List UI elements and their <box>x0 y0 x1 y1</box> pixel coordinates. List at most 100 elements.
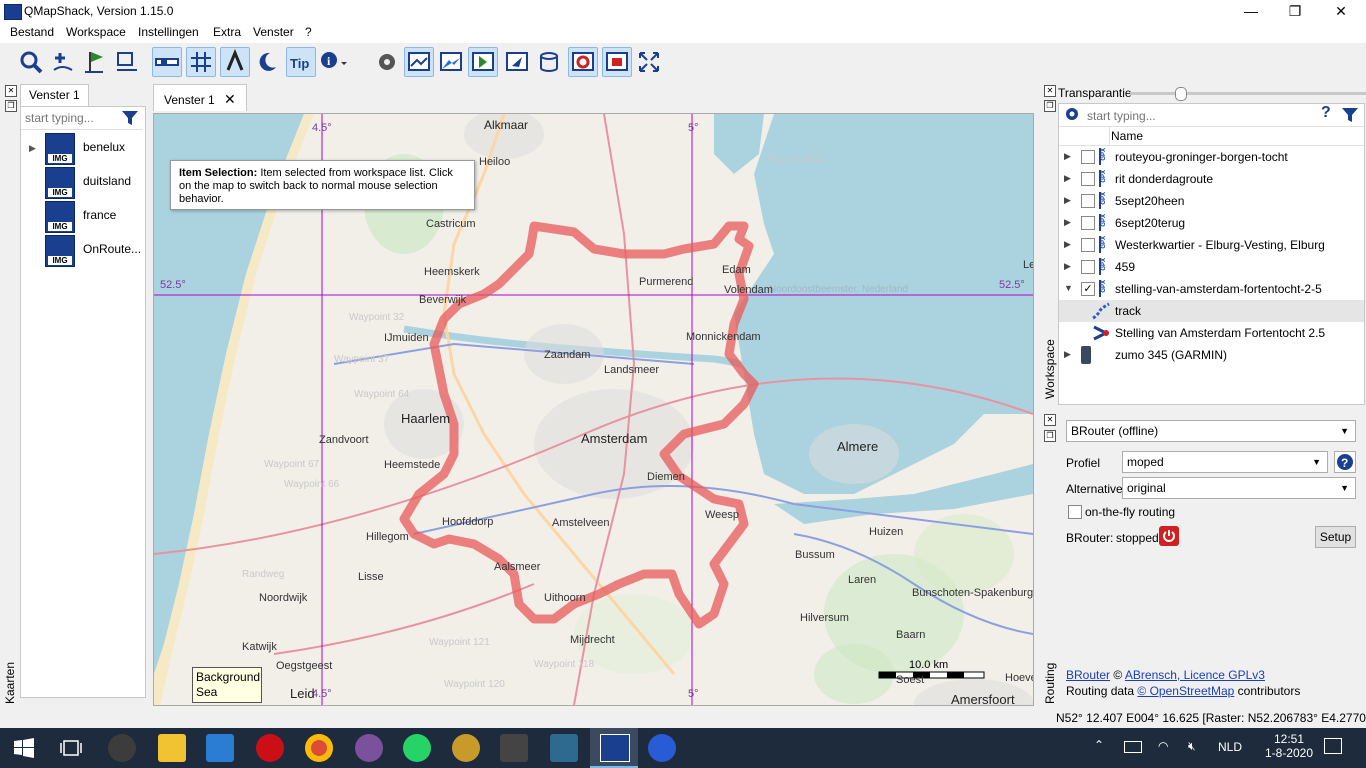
qmapshack-taskbar-button[interactable] <box>590 728 638 768</box>
column-header-name[interactable]: Name <box>1111 129 1143 143</box>
clock[interactable]: 12:51 1-8-2020 <box>1262 732 1316 760</box>
author-link[interactable]: ABrensch, Licence GPLv3 <box>1125 668 1265 682</box>
info-dropdown-icon[interactable]: i <box>318 47 348 77</box>
slider-handle[interactable] <box>1175 87 1188 101</box>
opera-icon[interactable] <box>256 734 284 762</box>
checkbox-checked[interactable]: ✓ <box>1081 282 1095 296</box>
expand-arrow-icon[interactable]: ▶ <box>29 143 36 154</box>
expand-arrow-icon[interactable]: ▶ <box>1064 349 1071 360</box>
close-dock-button[interactable]: ✕ <box>5 85 17 97</box>
brouter-link[interactable]: BRouter <box>1066 668 1110 682</box>
chrome-icon[interactable] <box>305 734 333 762</box>
filter-icon[interactable] <box>121 110 139 129</box>
onthefly-checkbox[interactable] <box>1068 505 1082 519</box>
float-dock-button[interactable]: ❐ <box>1044 100 1056 112</box>
minimize-button[interactable]: — <box>1228 0 1274 23</box>
language-indicator[interactable]: NLD <box>1218 740 1242 754</box>
fullscreen-icon[interactable] <box>634 47 664 77</box>
mail-icon[interactable] <box>206 734 234 762</box>
expand-arrow-icon[interactable]: ▶ <box>1064 151 1071 162</box>
wifi-icon[interactable]: ◠ <box>1158 739 1168 753</box>
power-icon[interactable] <box>1159 526 1179 546</box>
menu-extra[interactable]: Extra <box>213 25 241 39</box>
checkbox[interactable] <box>1081 194 1095 208</box>
workspace-view-icon[interactable] <box>468 47 498 77</box>
routing-view-icon[interactable] <box>502 47 532 77</box>
checkbox[interactable] <box>1081 216 1095 230</box>
checkbox[interactable] <box>1081 260 1095 274</box>
list-item[interactable]: ▶ GPX 5sept20heen <box>1059 190 1359 212</box>
alternative-select[interactable]: original ▼ <box>1122 477 1356 499</box>
notifications-icon[interactable] <box>1324 738 1342 754</box>
expand-arrow-icon[interactable]: ▶ <box>1064 239 1071 250</box>
globe-app-icon[interactable] <box>648 734 676 762</box>
save-gps-icon[interactable] <box>112 47 142 77</box>
map-search-input[interactable] <box>23 109 123 127</box>
expand-arrow-icon[interactable]: ▶ <box>1064 261 1071 272</box>
tooltip-toggle-icon[interactable]: Tip <box>286 47 316 77</box>
close-dock-button[interactable]: ✕ <box>1044 85 1056 97</box>
map-view-icon[interactable] <box>404 47 434 77</box>
list-item-selected[interactable]: track <box>1059 300 1364 322</box>
add-route-icon[interactable] <box>48 47 78 77</box>
grid-toggle-icon[interactable] <box>186 47 216 77</box>
settings-icon[interactable] <box>372 47 402 77</box>
app-icon-a[interactable] <box>500 734 528 762</box>
close-tab-icon[interactable]: ✕ <box>224 91 236 107</box>
whatsapp-icon[interactable] <box>403 734 431 762</box>
list-item[interactable]: ▶ GPX 459 <box>1059 256 1359 278</box>
list-item[interactable]: ▶ zumo 345 (GARMIN) <box>1059 344 1359 366</box>
close-dock-button[interactable]: ✕ <box>1044 414 1056 426</box>
profile-select[interactable]: moped ▼ <box>1122 451 1328 473</box>
expand-arrow-icon[interactable]: ▶ <box>1064 173 1071 184</box>
help-icon[interactable]: ? <box>1321 104 1331 122</box>
list-item[interactable]: ▶ IMG benelux <box>27 132 147 166</box>
rt-view-icon[interactable] <box>602 47 632 77</box>
osm-link[interactable]: © OpenStreetMap <box>1137 684 1234 698</box>
battery-icon[interactable] <box>1124 741 1142 753</box>
gis-view-icon[interactable] <box>568 47 598 77</box>
list-item[interactable]: ▶ GPX 6sept20terug <box>1059 212 1359 234</box>
workspace-search-input[interactable] <box>1085 107 1319 125</box>
tab-venster-1-map[interactable]: Venster 1 ✕ <box>153 84 247 111</box>
menu-instellingen[interactable]: Instellingen <box>138 25 199 39</box>
file-explorer-icon[interactable] <box>158 734 186 762</box>
windows-start-icon[interactable] <box>14 738 34 761</box>
night-mode-icon[interactable] <box>252 47 282 77</box>
close-button[interactable]: ✕ <box>1318 0 1364 23</box>
checkbox[interactable] <box>1081 172 1095 186</box>
list-item[interactable]: ▼ ✓ GPX stelling-van-amsterdam-fortentocht-… <box>1059 278 1359 300</box>
garmin-express-icon[interactable] <box>452 734 480 762</box>
list-item[interactable]: Stelling van Amsterdam Fortentocht 2.5 <box>1059 322 1359 344</box>
router-select[interactable]: BRouter (offline) ▼ <box>1066 420 1356 442</box>
list-item[interactable]: IMG france <box>27 200 147 234</box>
checkbox[interactable] <box>1081 150 1095 164</box>
menu-workspace[interactable]: Workspace <box>66 25 126 39</box>
list-item[interactable]: ▶ GPX routeyou-groninger-borgen-tocht <box>1059 146 1359 168</box>
filter-icon[interactable] <box>1341 107 1359 126</box>
app-icon-b[interactable] <box>550 734 578 762</box>
speaker-muted-icon[interactable]: 🔇︎ <box>1188 739 1196 754</box>
transparency-slider[interactable] <box>1130 87 1366 101</box>
task-view-icon[interactable] <box>60 738 82 761</box>
expand-arrow-icon[interactable]: ▶ <box>1064 195 1071 206</box>
profile-help-button[interactable]: ? <box>1334 451 1356 473</box>
menu-venster[interactable]: Venster <box>253 25 294 39</box>
list-item[interactable]: ▶ GPX Westerkwartier - Elburg-Vesting, Elb… <box>1059 234 1359 256</box>
dem-view-icon[interactable] <box>436 47 466 77</box>
float-dock-button[interactable]: ❐ <box>5 100 17 112</box>
checkbox[interactable] <box>1081 238 1095 252</box>
setup-button[interactable]: Setup <box>1315 526 1356 548</box>
search-map-icon[interactable] <box>16 47 46 77</box>
list-item[interactable]: IMG duitsland <box>27 166 147 200</box>
maximize-button[interactable]: ❐ <box>1272 0 1318 23</box>
poi-text-icon[interactable] <box>220 47 250 77</box>
float-dock-button[interactable]: ❐ <box>1044 430 1056 442</box>
expand-arrow-icon[interactable]: ▶ <box>1064 217 1071 228</box>
viber-icon[interactable] <box>355 734 383 762</box>
app-icon-ext[interactable] <box>108 734 136 762</box>
list-item[interactable]: IMG OnRoute... <box>27 234 147 268</box>
list-item[interactable]: ▶ GPX rit donderdagroute <box>1059 168 1359 190</box>
chevron-up-icon[interactable]: ⌃ <box>1094 738 1104 752</box>
gear-icon[interactable] <box>1064 106 1080 125</box>
